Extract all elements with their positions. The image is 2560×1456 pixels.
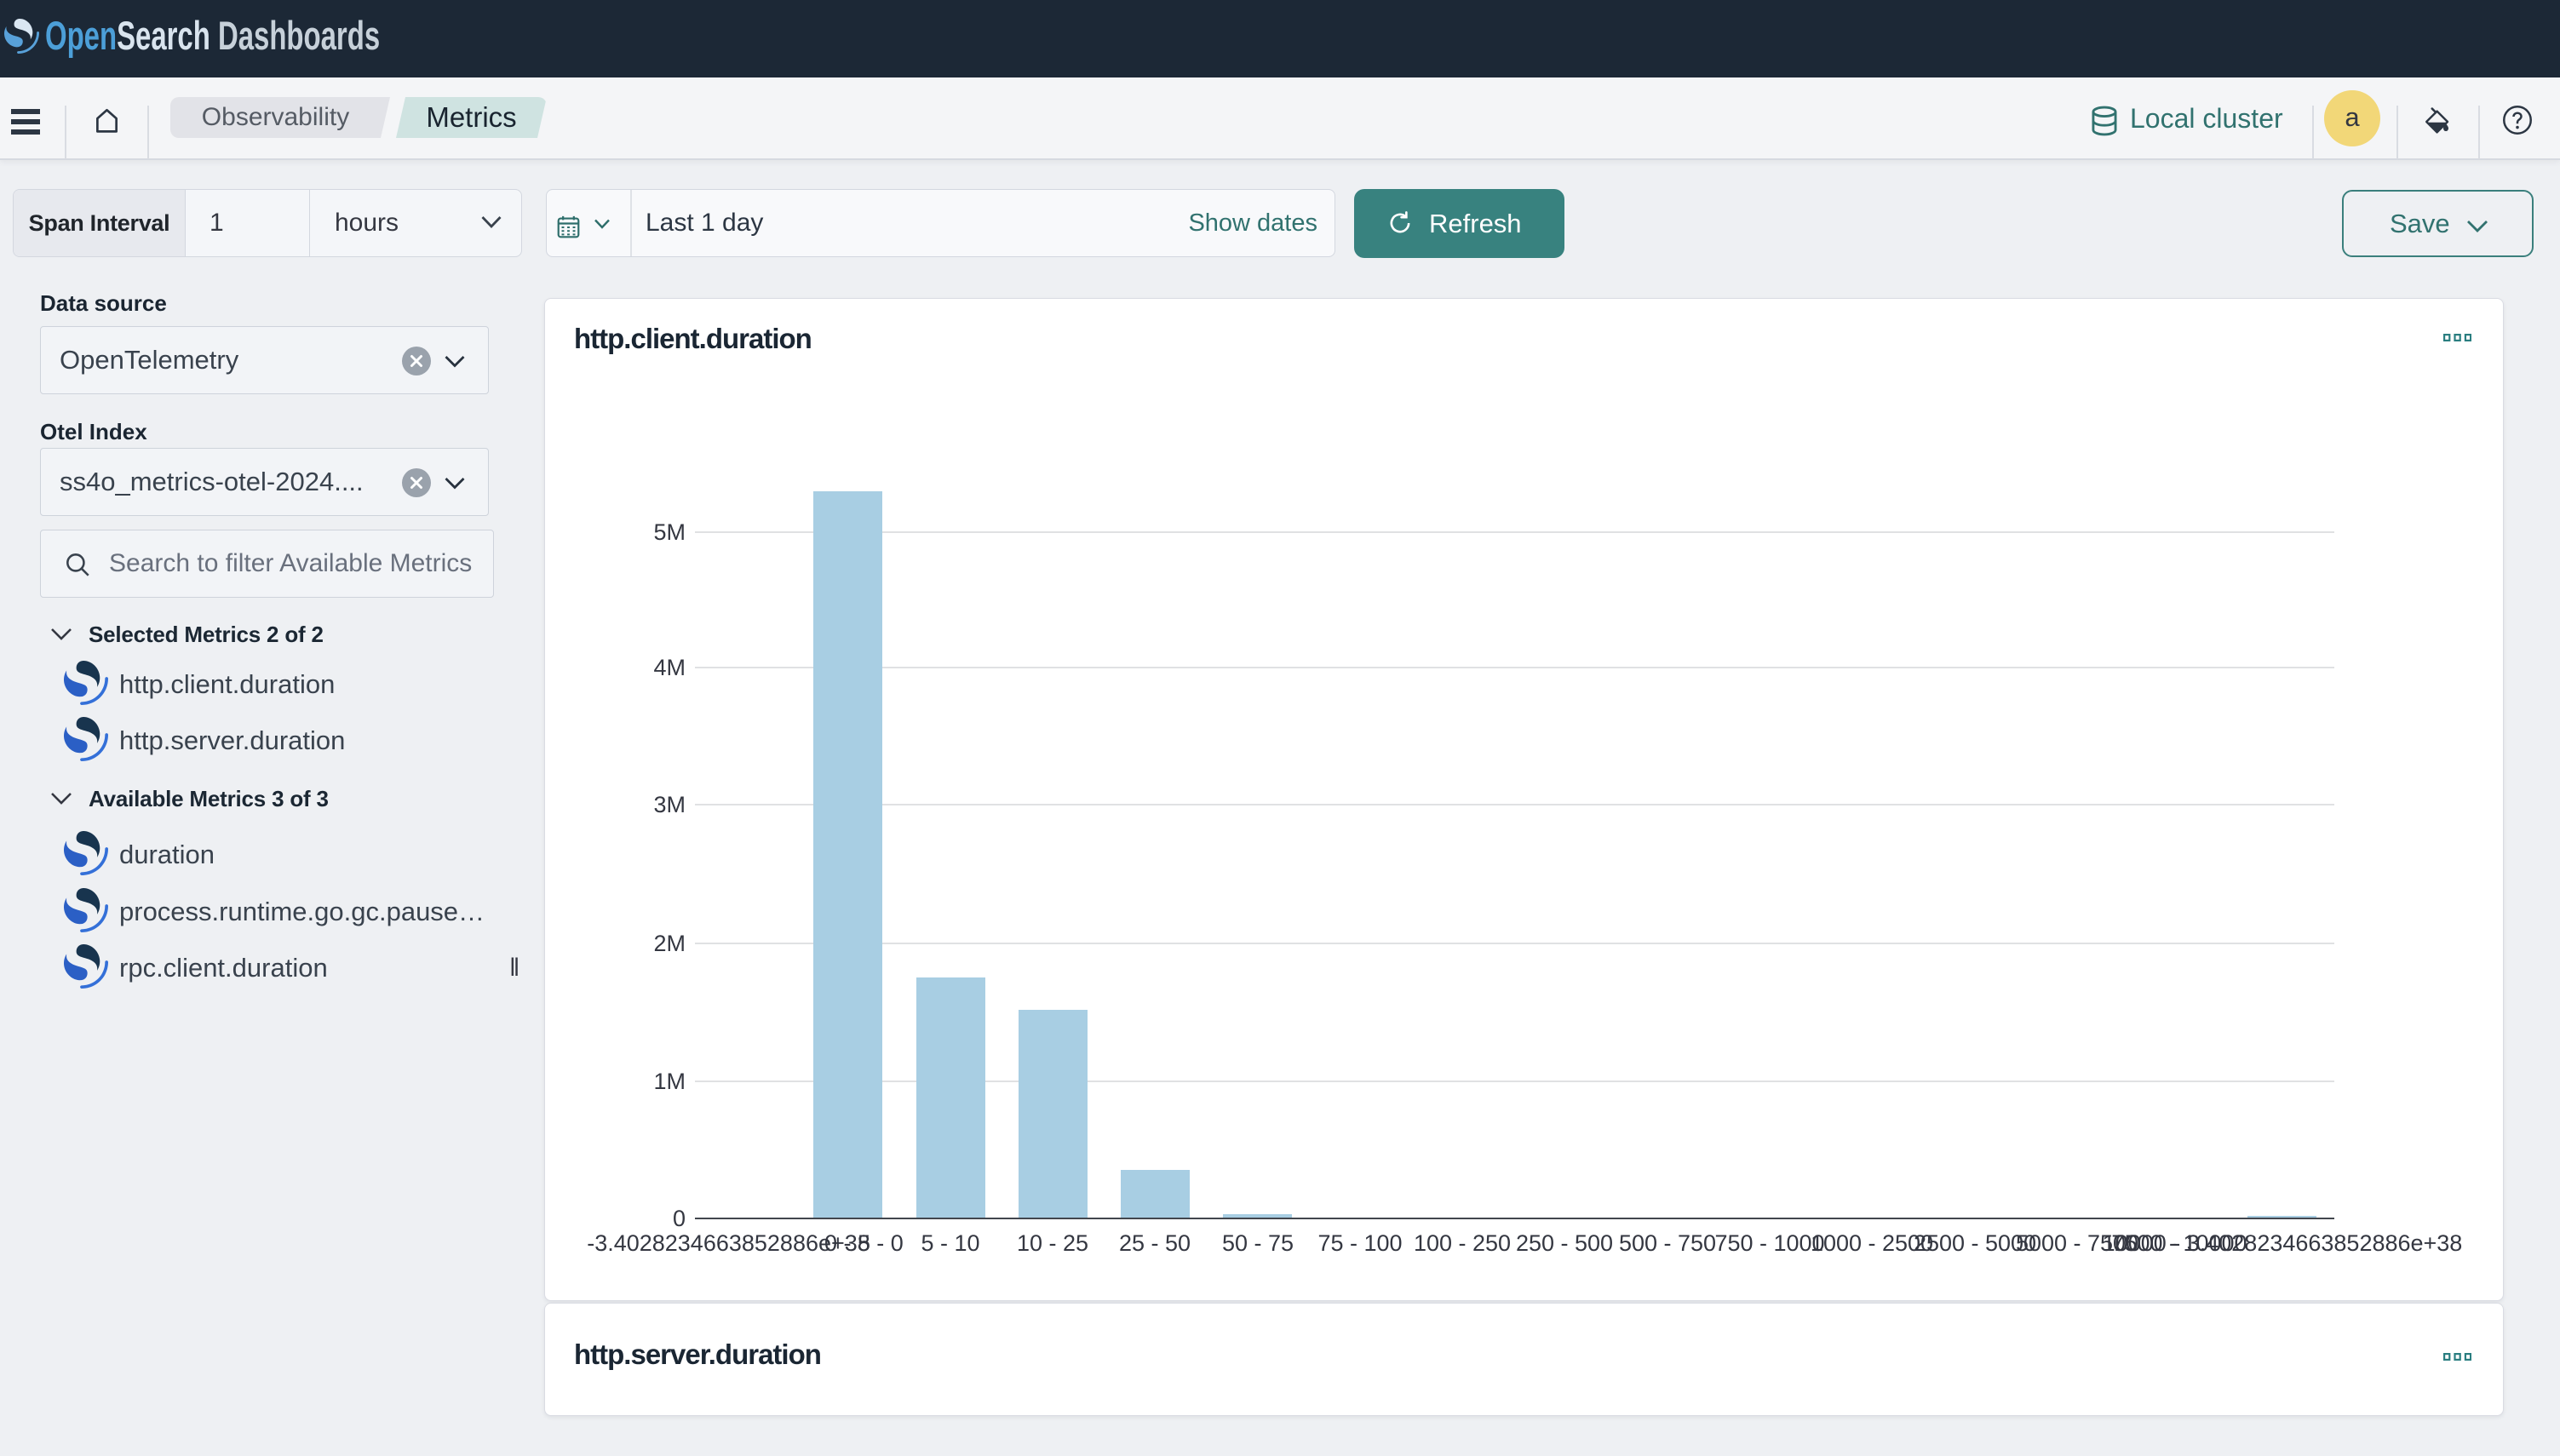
svg-text:4M: 4M [653, 655, 686, 680]
svg-text:75 - 100: 75 - 100 [1317, 1230, 1402, 1256]
svg-text:750 - 1000: 750 - 1000 [1714, 1230, 1824, 1256]
svg-text:5 - 10: 5 - 10 [921, 1230, 979, 1256]
svg-text:0: 0 [673, 1206, 686, 1231]
svg-text:500 - 750: 500 - 750 [1619, 1230, 1716, 1256]
svg-text:50 - 75: 50 - 75 [1222, 1230, 1294, 1256]
svg-text:5M: 5M [653, 519, 686, 545]
svg-text:3M: 3M [653, 792, 686, 817]
svg-text:0 - 5: 0 - 5 [824, 1230, 870, 1256]
svg-text:10000 - 3.4028234663852886e+38: 10000 - 3.4028234663852886e+38 [2103, 1230, 2463, 1256]
svg-text:250 - 500: 250 - 500 [1516, 1230, 1613, 1256]
svg-text:25 - 50: 25 - 50 [1119, 1230, 1191, 1256]
svg-text:10 - 25: 10 - 25 [1017, 1230, 1088, 1256]
svg-text:100 - 250: 100 - 250 [1414, 1230, 1511, 1256]
svg-text:2M: 2M [653, 931, 686, 956]
svg-text:1M: 1M [653, 1069, 686, 1094]
